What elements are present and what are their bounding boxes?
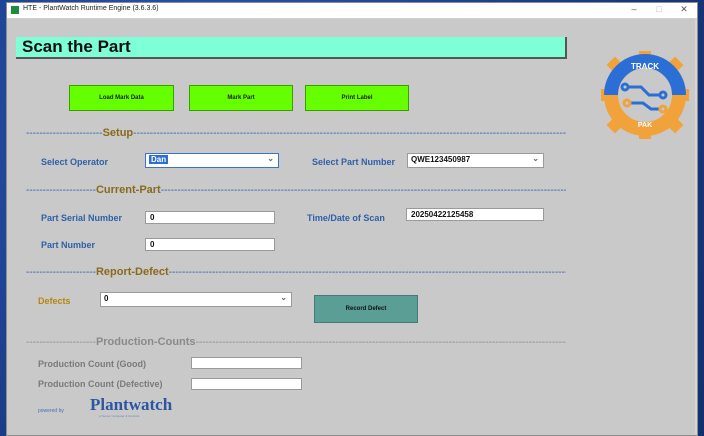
defective-count-field[interactable] — [191, 378, 302, 390]
serial-number-field[interactable]: 0 — [145, 211, 275, 224]
good-count-field[interactable] — [191, 357, 302, 369]
record-defect-button[interactable]: Record Defect — [314, 295, 418, 323]
good-count-label: Production Count (Good) — [38, 359, 146, 369]
chevron-down-icon: ⌄ — [267, 154, 274, 163]
part-number-label: Part Number — [41, 240, 96, 250]
operator-select[interactable]: Dan ⌄ — [145, 153, 279, 168]
chevron-down-icon: ⌄ — [280, 293, 287, 302]
production-counts-section-divider: ---------------------Production-Counts--… — [26, 336, 566, 348]
part-number-field[interactable]: 0 — [145, 238, 275, 251]
minimize-icon[interactable]: – — [627, 4, 641, 14]
report-defect-section-divider: ---------------------Report-Defect------… — [26, 266, 566, 278]
mark-part-button[interactable]: Mark Part — [189, 85, 293, 111]
title-bar: HTE - PlantWatch Runtime Engine (3.6.3.6… — [7, 3, 697, 19]
production-counts-section-title: Production-Counts — [95, 336, 196, 348]
scan-time-label: Time/Date of Scan — [307, 213, 385, 223]
defects-label: Defects — [38, 296, 71, 306]
powered-by-label: powered by — [38, 408, 64, 414]
operator-label: Select Operator — [41, 157, 109, 167]
defective-count-label: Production Count (Defective) — [38, 379, 163, 389]
app-icon — [11, 6, 19, 14]
scan-time-field[interactable]: 20250422125458 — [406, 208, 544, 221]
current-part-section-title: Current-Part — [95, 184, 161, 196]
plantwatch-logo: Plantwatch — [90, 395, 173, 414]
logo-top-text: TRACK — [631, 62, 659, 71]
main-form: Scan the Part TRACK PAK Load Mark Data M… — [7, 19, 697, 435]
operator-value: Dan — [149, 155, 169, 164]
close-icon[interactable]: ✕ — [677, 4, 691, 15]
load-mark-data-button[interactable]: Load Mark Data — [69, 85, 174, 111]
print-label-button[interactable]: Print Label — [305, 85, 409, 111]
report-defect-section-title: Report-Defect — [95, 266, 169, 278]
defects-select[interactable]: 0 ⌄ — [100, 292, 292, 307]
page-title-bar: Scan the Part — [16, 37, 567, 59]
window-edge-scrollbar[interactable] — [695, 19, 697, 435]
current-part-section-divider: ---------------------Current-Part-------… — [26, 184, 566, 196]
chevron-down-icon: ⌄ — [532, 154, 539, 163]
part-number-select-value: QWE123450987 — [411, 155, 471, 164]
plantwatch-tagline: A Stoner Computer & Controls — [99, 414, 140, 418]
setup-section-title: Setup — [102, 127, 134, 139]
maximize-icon[interactable]: □ — [652, 4, 666, 14]
part-number-select[interactable]: QWE123450987 ⌄ — [407, 153, 544, 168]
defects-value: 0 — [104, 294, 109, 303]
trackpak-logo: TRACK PAK — [601, 51, 689, 139]
setup-section-divider: -----------------------Setup------------… — [26, 127, 566, 139]
part-number-select-label: Select Part Number — [312, 157, 396, 167]
logo-bottom-text: PAK — [638, 122, 652, 129]
page-title: Scan the Part — [22, 37, 131, 56]
app-window: HTE - PlantWatch Runtime Engine (3.6.3.6… — [6, 2, 698, 436]
window-title: HTE - PlantWatch Runtime Engine (3.6.3.6… — [23, 5, 159, 12]
serial-number-label: Part Serial Number — [41, 213, 123, 223]
